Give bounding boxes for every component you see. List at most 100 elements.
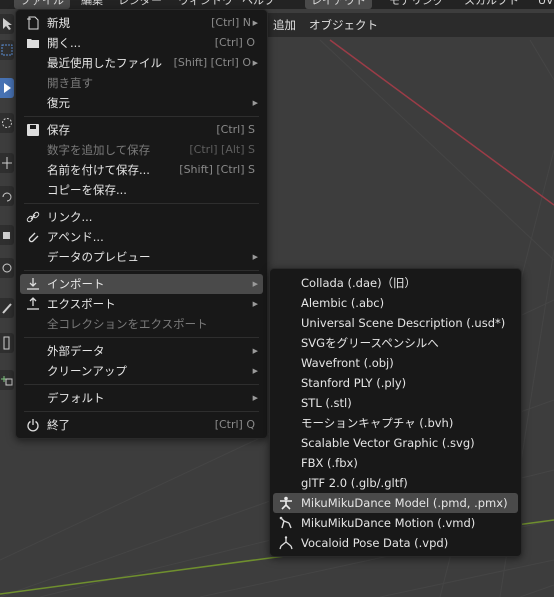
import-item-label: FBX (.fbx) bbox=[301, 456, 358, 470]
import-item-label: SVGをグリースペンシルへ bbox=[301, 336, 439, 350]
import-item-label: Wavefront (.obj) bbox=[301, 356, 394, 370]
tool-measure[interactable] bbox=[0, 298, 14, 318]
import-item-2[interactable]: Universal Scene Description (.usd*) bbox=[273, 313, 518, 333]
import-item-9[interactable]: FBX (.fbx) bbox=[273, 453, 518, 473]
tool-scale[interactable] bbox=[0, 225, 14, 245]
menu-item-defaults[interactable]: デフォルト ▶ bbox=[20, 388, 263, 408]
quit-label: 終了 bbox=[47, 418, 70, 432]
workspace-sculpt-tab[interactable]: スカルプト bbox=[458, 0, 525, 9]
annotate-icon bbox=[2, 263, 12, 273]
import-item-6[interactable]: STL (.stl) bbox=[273, 393, 518, 413]
menu-item-data-previews[interactable]: データのプレビュー ▶ bbox=[20, 247, 263, 267]
import-item-13[interactable]: Vocaloid Pose Data (.vpd) bbox=[273, 533, 518, 553]
chevron-right-icon: ▶ bbox=[252, 394, 258, 402]
cleanup-label: クリーンアップ bbox=[47, 364, 127, 378]
revert-label: 開き直す bbox=[47, 76, 93, 90]
menu-item-append[interactable]: アペンド... bbox=[20, 227, 263, 247]
tool-add-cube[interactable] bbox=[0, 370, 14, 390]
tool-select-box[interactable] bbox=[0, 40, 14, 60]
new-label: 新規 bbox=[47, 16, 70, 30]
import-item-0[interactable]: Collada (.dae)（旧） bbox=[273, 273, 518, 293]
menu-item-save-as[interactable]: 名前を付けて保存... [Shift] [Ctrl] S bbox=[20, 160, 263, 180]
export-all-label: 全コレクションをエクスポート bbox=[47, 317, 208, 331]
import-item-3[interactable]: SVGをグリースペンシルへ bbox=[273, 333, 518, 353]
menu-item-cleanup[interactable]: クリーンアップ ▶ bbox=[20, 361, 263, 381]
menu-item-save-incremental: 数字を追加して保存 [Ctrl] [Alt] S bbox=[20, 140, 263, 160]
menu-separator bbox=[24, 337, 259, 338]
3d-cursor-icon bbox=[2, 118, 12, 128]
workspace-modeling-tab[interactable]: モデリング bbox=[383, 0, 450, 9]
menu-item-open-recent[interactable]: 最近使用したファイル [Shift] [Ctrl] O ▶ bbox=[20, 53, 263, 73]
import-item-label: Universal Scene Description (.usd*) bbox=[301, 316, 506, 330]
import-item-4[interactable]: Wavefront (.obj) bbox=[273, 353, 518, 373]
save-as-shortcut: [Shift] [Ctrl] S bbox=[179, 163, 255, 176]
menu-item-quit[interactable]: 終了 [Ctrl] Q bbox=[20, 415, 263, 435]
export-icon bbox=[27, 297, 39, 310]
tool-ruler[interactable] bbox=[0, 333, 14, 353]
rotate-icon bbox=[2, 192, 12, 202]
save-as-label: 名前を付けて保存... bbox=[47, 163, 150, 177]
file-menu: 新規 [Ctrl] N ▶ 開く... [Ctrl] O 最近使用したファイル … bbox=[15, 9, 268, 439]
tool-rotate[interactable] bbox=[0, 186, 14, 206]
menu-item-external-data[interactable]: 外部データ ▶ bbox=[20, 341, 263, 361]
menu-edit[interactable]: 編集 bbox=[75, 0, 109, 9]
tool-transform[interactable] bbox=[0, 153, 14, 173]
cursor-icon bbox=[3, 18, 12, 30]
recent-label: 最近使用したファイル bbox=[47, 56, 162, 70]
link-icon bbox=[26, 211, 40, 223]
import-item-10[interactable]: glTF 2.0 (.glb/.gltf) bbox=[273, 473, 518, 493]
menu-item-save-copy[interactable]: コピーを保存... bbox=[20, 180, 263, 200]
tool-move-active[interactable] bbox=[0, 78, 14, 98]
chevron-right-icon: ▶ bbox=[252, 367, 258, 375]
tool-annotate[interactable] bbox=[0, 258, 14, 278]
object-menu[interactable]: オブジェクト bbox=[309, 17, 378, 33]
import-item-1[interactable]: Alembic (.abc) bbox=[273, 293, 518, 313]
data-previews-label: データのプレビュー bbox=[47, 250, 151, 264]
import-item-8[interactable]: Scalable Vector Graphic (.svg) bbox=[273, 433, 518, 453]
save-incremental-label: 数字を追加して保存 bbox=[47, 143, 151, 157]
import-submenu: Collada (.dae)（旧） Alembic (.abc) Universal… bbox=[269, 268, 522, 557]
workspace-uv-tab[interactable]: UV bbox=[532, 0, 554, 9]
viewport-header: 追加 オブジェクト bbox=[266, 13, 554, 37]
import-item-label: MikuMikuDance Model (.pmd, .pmx) bbox=[301, 496, 508, 510]
import-label: インポート bbox=[47, 277, 105, 291]
menu-separator bbox=[24, 116, 259, 117]
save-shortcut: [Ctrl] S bbox=[216, 123, 255, 136]
folder-icon bbox=[27, 39, 39, 48]
save-incremental-shortcut: [Ctrl] [Alt] S bbox=[189, 143, 255, 156]
menu-window[interactable]: ウィンドウ bbox=[172, 0, 239, 9]
import-icon bbox=[27, 278, 39, 290]
menu-separator bbox=[24, 203, 259, 204]
append-icon bbox=[28, 232, 39, 243]
menu-render[interactable]: レンダー bbox=[112, 0, 168, 9]
menu-item-recover[interactable]: 復元 ▶ bbox=[20, 93, 263, 113]
workspace-layout-tab[interactable]: レイアウト bbox=[305, 0, 372, 9]
import-item-5[interactable]: Stanford PLY (.ply) bbox=[273, 373, 518, 393]
menu-separator bbox=[24, 270, 259, 271]
power-icon bbox=[27, 419, 39, 432]
add-menu[interactable]: 追加 bbox=[273, 17, 296, 33]
menu-separator bbox=[24, 384, 259, 385]
menu-help[interactable]: ヘルプ bbox=[236, 0, 281, 9]
select-box-icon bbox=[1, 44, 13, 56]
import-item-label: MikuMikuDance Motion (.vmd) bbox=[301, 516, 476, 530]
mmd-motion-icon bbox=[279, 516, 292, 529]
chevron-right-icon: ▶ bbox=[252, 59, 258, 67]
menu-item-save[interactable]: 保存 [Ctrl] S bbox=[20, 120, 263, 140]
import-item-label: STL (.stl) bbox=[301, 396, 352, 410]
menu-item-link[interactable]: リンク... bbox=[20, 207, 263, 227]
tool-tweak[interactable] bbox=[0, 14, 14, 34]
menu-item-export-all: 全コレクションをエクスポート bbox=[20, 314, 263, 334]
import-item-12[interactable]: MikuMikuDance Motion (.vmd) bbox=[273, 513, 518, 533]
menu-item-open[interactable]: 開く... [Ctrl] O bbox=[20, 33, 263, 53]
export-label: エクスポート bbox=[47, 297, 116, 311]
import-item-11[interactable]: MikuMikuDance Model (.pmd, .pmx) bbox=[273, 493, 518, 513]
import-item-7[interactable]: モーションキャプチャ (.bvh) bbox=[273, 413, 518, 433]
menu-item-new[interactable]: 新規 [Ctrl] N ▶ bbox=[20, 13, 263, 33]
menu-item-export[interactable]: エクスポート ▶ bbox=[20, 294, 263, 314]
menu-file[interactable]: ファイル bbox=[14, 0, 70, 9]
tool-cursor[interactable] bbox=[0, 113, 14, 133]
chevron-right-icon: ▶ bbox=[252, 99, 258, 107]
menu-item-import[interactable]: インポート ▶ bbox=[20, 274, 263, 294]
import-item-label: glTF 2.0 (.glb/.gltf) bbox=[301, 476, 408, 490]
